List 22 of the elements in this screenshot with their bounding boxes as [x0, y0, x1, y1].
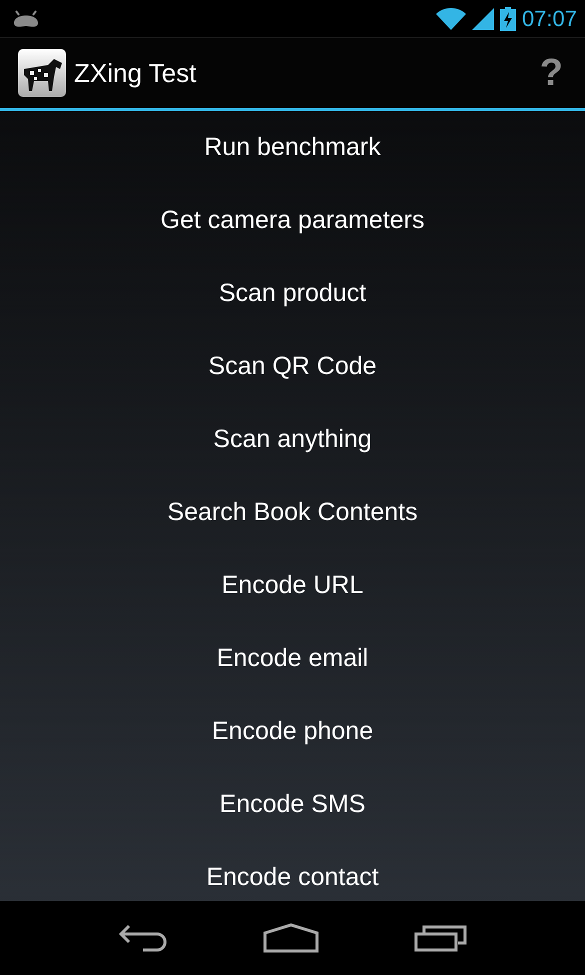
android-icon	[12, 8, 40, 28]
menu-item[interactable]: Scan QR Code	[0, 330, 585, 403]
menu-item[interactable]: Encode URL	[0, 549, 585, 622]
menu-item[interactable]: Encode email	[0, 622, 585, 695]
menu-item[interactable]: Scan product	[0, 257, 585, 330]
battery-charging-icon	[500, 6, 516, 30]
status-time: 07:07	[522, 6, 577, 32]
menu-item[interactable]: Encode contact	[0, 841, 585, 901]
menu-item[interactable]: Encode SMS	[0, 768, 585, 841]
help-button[interactable]: ?	[536, 52, 567, 94]
menu-item[interactable]: Get camera parameters	[0, 184, 585, 257]
home-button[interactable]	[263, 923, 320, 953]
wifi-icon	[436, 8, 466, 30]
menu-item[interactable]: Search Book Contents	[0, 476, 585, 549]
app-title: ZXing Test	[74, 58, 196, 88]
zebra-icon[interactable]	[18, 49, 66, 97]
menu-item[interactable]: Encode phone	[0, 695, 585, 768]
recent-apps-button[interactable]	[414, 924, 468, 952]
menu-item[interactable]: Scan anything	[0, 403, 585, 476]
menu-item[interactable]: Run benchmark	[0, 111, 585, 184]
signal-icon	[472, 8, 494, 30]
back-button[interactable]	[117, 924, 170, 952]
